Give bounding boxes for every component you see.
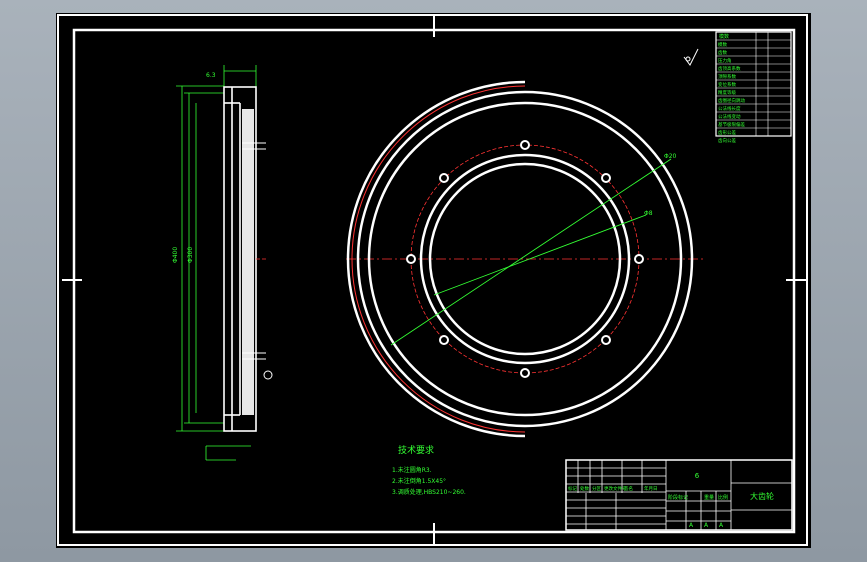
bolt-hole bbox=[439, 335, 449, 345]
param-table-title: 模数 bbox=[719, 33, 729, 40]
side-section-view: 6.3 Φ400 Φ300 bbox=[172, 65, 273, 461]
param-row-label: 基节极限偏差 bbox=[718, 121, 745, 128]
revision-column-label: 分区 bbox=[592, 485, 601, 492]
bolt-hole bbox=[520, 140, 530, 150]
hub-circle bbox=[419, 153, 631, 365]
leader-line-2 bbox=[433, 214, 647, 296]
bolt-hole bbox=[601, 335, 611, 345]
title-block: 6 大齿轮 阶段标记 重量 比例 A A A 标记 处数 分区 更改文件号签名 年月日 bbox=[565, 459, 793, 531]
scale-label-2: 重量 bbox=[704, 494, 714, 501]
revision-column-label: 处数 bbox=[580, 485, 589, 492]
param-row-label: 公法线变动 bbox=[718, 113, 741, 120]
revision-column-label: 年月日 bbox=[644, 485, 658, 492]
tech-item-1: 1.未注圆角R3. bbox=[392, 466, 432, 474]
sheet-letter-2: A bbox=[704, 522, 709, 529]
part-name: 大齿轮 bbox=[750, 491, 774, 501]
surface-finish-label: 6.3 bbox=[206, 72, 216, 79]
bolt-hole bbox=[601, 173, 611, 183]
leader-label-1: Φ20 bbox=[664, 153, 677, 160]
param-row-label: 公法线长度 bbox=[718, 105, 741, 112]
param-row-label: 压力角 bbox=[718, 57, 732, 64]
leader-label-2: Φ8 bbox=[644, 210, 653, 217]
sheet-letter-1: A bbox=[689, 522, 694, 529]
param-row-label: 齿顶高系数 bbox=[718, 65, 741, 72]
bolt-hole bbox=[439, 173, 449, 183]
tech-item-3: 3.调质处理,HBS210~260. bbox=[392, 488, 466, 496]
parameter-table: 模数 模数齿数压力角齿顶高系数顶隙系数变位系数精度等级齿圈径向跳动公法线长度公法… bbox=[715, 31, 792, 144]
hatch-region bbox=[242, 109, 254, 415]
bolt-hole bbox=[406, 254, 416, 264]
roughness-symbol bbox=[683, 48, 699, 66]
param-row-label: 齿数 bbox=[718, 49, 727, 56]
param-row-label: 齿形公差 bbox=[718, 129, 736, 136]
outer-diameter-label: Φ400 bbox=[172, 247, 179, 263]
param-row-label: 齿向公差 bbox=[718, 137, 736, 144]
cad-viewport[interactable]: 6.3 Φ400 Φ300 Φ20 Φ8 模数 模数 齿数 压力角 齿顶高系数 … bbox=[56, 13, 811, 548]
scale-label-3: 比例 bbox=[718, 494, 728, 501]
tech-heading: 技术要求 bbox=[398, 444, 434, 456]
scale-label-1: 阶段标记 bbox=[668, 494, 688, 501]
tech-item-2: 2.未注倒角1.5X45° bbox=[392, 477, 446, 485]
material-mark: 6 bbox=[695, 472, 700, 480]
param-row-label: 变位系数 bbox=[718, 81, 736, 88]
tech-requirements: 技术要求 1.未注圆角R3. 2.未注倒角1.5X45° 3.调质处理,HBS2… bbox=[392, 444, 466, 496]
param-row-label: 顶隙系数 bbox=[718, 73, 736, 80]
param-row-label: 精度等级 bbox=[718, 89, 736, 96]
front-view-gear: Φ20 Φ8 bbox=[346, 80, 704, 438]
revision-column-label: 标记 bbox=[568, 485, 577, 492]
bolt-hole bbox=[634, 254, 644, 264]
param-row-label: 齿圈径向跳动 bbox=[718, 97, 745, 104]
param-row-label: 模数 bbox=[718, 41, 727, 48]
bore-diameter-label: Φ300 bbox=[187, 247, 194, 263]
sheet-letter-3: A bbox=[719, 522, 724, 529]
cad-drawing: 6.3 Φ400 Φ300 Φ20 Φ8 模数 模数齿数压力角齿顶高系数顶隙系数… bbox=[57, 14, 808, 546]
bolt-hole bbox=[520, 368, 530, 378]
revision-column-label: 签名 bbox=[624, 485, 633, 492]
